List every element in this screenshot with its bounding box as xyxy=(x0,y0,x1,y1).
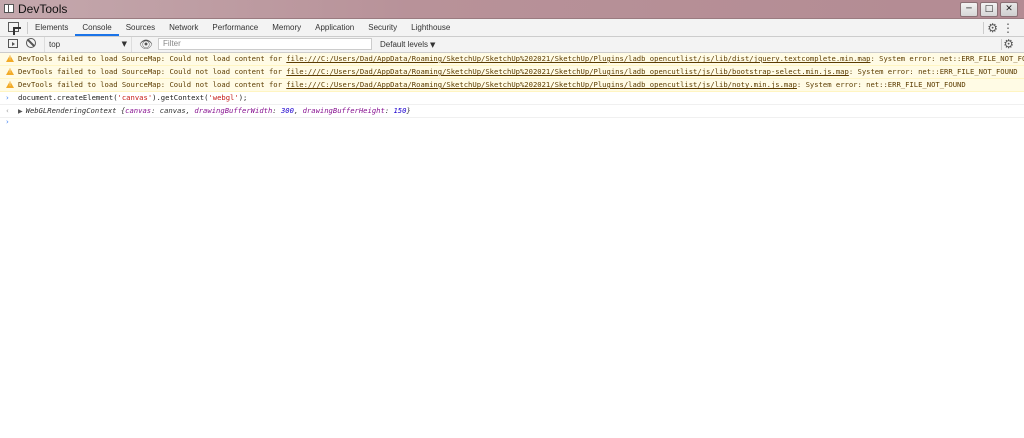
console-result-entry: ‹ ▶ WebGLRenderingContext {canvas: canvas,… xyxy=(0,105,1024,118)
code-text: document.createElement( xyxy=(18,93,118,102)
tab-sources[interactable]: Sources xyxy=(119,19,162,36)
console-prompt-line[interactable]: › xyxy=(0,118,1024,130)
sourcemap-link[interactable]: file:///C:/Users/Dad/AppData/Roaming/Ske… xyxy=(286,54,870,63)
result-prop-value: canvas xyxy=(159,106,186,115)
result-prompt-icon: ‹ xyxy=(6,107,9,115)
log-levels-dropdown[interactable]: Default levels ▼ xyxy=(380,37,435,53)
result-colon: : xyxy=(151,106,160,115)
expand-triangle-icon[interactable]: ▶ xyxy=(18,106,23,117)
result-prop-name: drawingBufferWidth xyxy=(194,106,273,115)
tab-memory[interactable]: Memory xyxy=(265,19,308,36)
result-prop-value: 300 xyxy=(280,106,294,115)
code-text: ).getContext( xyxy=(152,93,209,102)
sourcemap-link[interactable]: file:///C:/Users/Dad/AppData/Roaming/Ske… xyxy=(286,80,797,89)
warning-icon xyxy=(6,68,14,75)
filter-input[interactable] xyxy=(158,38,372,50)
result-brace: { xyxy=(116,106,126,115)
warning-prefix: DevTools failed to load SourceMap: Could… xyxy=(18,67,287,76)
tab-lighthouse[interactable]: Lighthouse xyxy=(404,19,457,36)
tab-performance[interactable]: Performance xyxy=(205,19,265,36)
result-brace: } xyxy=(406,106,411,115)
result-type[interactable]: WebGLRenderingContext xyxy=(26,106,117,115)
warning-icon xyxy=(6,55,14,62)
result-prop-name: drawingBufferHeight xyxy=(302,106,385,115)
result-comma: , xyxy=(293,106,303,115)
code-text: ); xyxy=(238,93,248,102)
console-settings-gear-icon[interactable]: ⚙ xyxy=(1003,37,1014,51)
dropdown-arrow-icon: ▼ xyxy=(121,40,127,48)
clear-console-icon[interactable] xyxy=(26,38,36,48)
warning-suffix: : System error: net::ERR_FILE_NOT_FOUND xyxy=(796,80,966,89)
console-output[interactable]: DevTools failed to load SourceMap: Could… xyxy=(0,53,1024,438)
tab-application[interactable]: Application xyxy=(308,19,361,36)
show-sidebar-icon[interactable] xyxy=(8,39,18,48)
result-prop-value: 150 xyxy=(393,106,407,115)
tab-network[interactable]: Network xyxy=(162,19,205,36)
live-expression-eye-icon[interactable]: 👁 xyxy=(139,38,153,51)
console-warning-message: DevTools failed to load SourceMap: Could… xyxy=(0,66,1024,79)
tab-console[interactable]: Console xyxy=(75,19,119,36)
settings-gear-icon[interactable]: ⚙ xyxy=(987,21,998,35)
warning-prefix: DevTools failed to load SourceMap: Could… xyxy=(18,80,287,89)
code-string: 'canvas' xyxy=(117,93,153,102)
close-button[interactable]: ✕ xyxy=(1000,2,1018,17)
minimize-button[interactable]: ─ xyxy=(960,2,978,17)
tab-security[interactable]: Security xyxy=(361,19,404,36)
result-colon: : xyxy=(272,106,281,115)
divider xyxy=(983,22,984,34)
sourcemap-link[interactable]: file:///C:/Users/Dad/AppData/Roaming/Ske… xyxy=(286,67,849,76)
window-titlebar: DevTools ─ □ ✕ xyxy=(0,0,1024,19)
more-options-icon[interactable]: ⋮ xyxy=(1002,21,1014,35)
dropdown-arrow-icon: ▼ xyxy=(430,41,436,49)
panel-tabbar: Elements Console Sources Network Perform… xyxy=(0,19,1024,37)
window-title: DevTools xyxy=(18,2,68,16)
console-toolbar: top ▼ 👁 Default levels▼ ⚙ xyxy=(0,37,1024,53)
divider xyxy=(1001,39,1002,50)
console-input-entry: › document.createElement('canvas').getCon… xyxy=(0,92,1024,105)
result-prop-name: canvas xyxy=(125,106,152,115)
context-selector[interactable]: top ▼ xyxy=(44,37,132,52)
window-controls: ─ □ ✕ xyxy=(960,2,1018,17)
input-prompt-chevron-icon: › xyxy=(6,118,9,126)
code-string: 'webgl' xyxy=(208,93,239,102)
console-warning-message: DevTools failed to load SourceMap: Could… xyxy=(0,79,1024,92)
maximize-button[interactable]: □ xyxy=(980,2,998,17)
console-warning-message: DevTools failed to load SourceMap: Could… xyxy=(0,53,1024,66)
inspect-element-icon[interactable] xyxy=(8,22,19,32)
tab-elements[interactable]: Elements xyxy=(28,19,75,36)
warning-suffix: : System error: net::ERR_FILE_NOT_FOUND xyxy=(870,54,1024,63)
warning-prefix: DevTools failed to load SourceMap: Could… xyxy=(18,54,287,63)
warning-icon xyxy=(6,81,14,88)
context-value: top xyxy=(49,40,61,49)
log-levels-label: Default levels xyxy=(380,40,429,49)
input-prompt-chevron-icon: › xyxy=(6,94,9,102)
devtools-window-icon xyxy=(4,4,14,13)
warning-suffix: : System error: net::ERR_FILE_NOT_FOUND xyxy=(848,67,1018,76)
panel-tabs: Elements Console Sources Network Perform… xyxy=(28,19,457,36)
